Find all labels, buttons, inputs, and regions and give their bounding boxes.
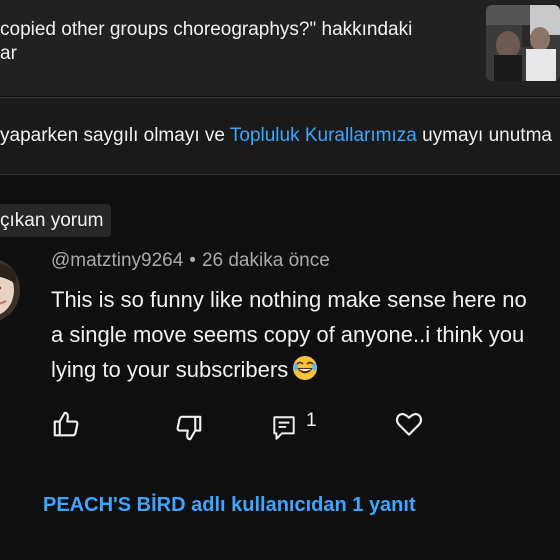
comment-line: lying to your subscribers: [51, 352, 560, 391]
community-guidelines-notice: yaparken saygılı olmayı ve Topluluk Kura…: [0, 98, 560, 175]
view-replies-link[interactable]: PEACH'S BİRD adlı kullanıcıdan 1 yanıt: [43, 494, 416, 517]
video-header: copied other groups choreographys?" hakk…: [0, 0, 560, 96]
reply-count: 1: [306, 410, 317, 431]
notice-text: yaparken saygılı olmayı ve Topluluk Kura…: [0, 125, 552, 147]
reply-button[interactable]: [268, 412, 300, 444]
comment-icon: [273, 416, 295, 440]
community-guidelines-link[interactable]: Topluluk Kurallarımıza: [230, 125, 417, 146]
tears-of-joy-emoji-icon: [292, 355, 318, 391]
dislike-button[interactable]: [173, 412, 205, 444]
comment-text: This is so funny like nothing make sense…: [51, 282, 560, 391]
avatar[interactable]: [0, 254, 22, 322]
highlighted-comment-chip: çıkan yorum: [0, 204, 112, 237]
comment-line: a single move seems copy of anyone..i th…: [51, 322, 525, 347]
comment-author[interactable]: @matztiny9264: [51, 250, 183, 271]
thumbs-up-icon: [53, 411, 79, 437]
notice-prefix: yaparken saygılı olmayı ve: [0, 125, 230, 146]
heart-icon: [395, 413, 423, 436]
meta-separator: •: [189, 250, 196, 271]
like-button[interactable]: [50, 408, 82, 440]
comments-header-title: copied other groups choreographys?" hakk…: [0, 19, 413, 64]
comment-timestamp[interactable]: 26 dakika önce: [202, 250, 330, 271]
heart-button[interactable]: [393, 408, 425, 440]
notice-suffix: uymayı unutma: [416, 125, 552, 146]
thumbs-down-icon: [176, 415, 202, 441]
comment-meta: @matztiny9264 • 26 dakika önce: [51, 250, 330, 272]
comment-line-text: lying to your subscribers: [51, 357, 289, 382]
video-thumbnail[interactable]: [486, 5, 560, 81]
comment-line: This is so funny like nothing make sense…: [51, 287, 527, 312]
